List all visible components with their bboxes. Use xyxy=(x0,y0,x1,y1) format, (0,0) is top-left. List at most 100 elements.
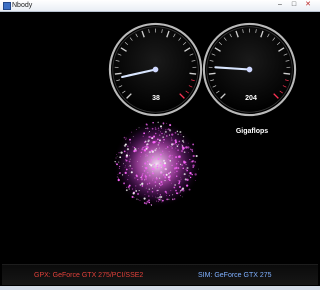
gauge-tick xyxy=(114,72,122,75)
particle xyxy=(177,193,179,195)
particle xyxy=(142,146,144,148)
particle xyxy=(134,177,136,179)
particle xyxy=(163,162,167,165)
particle xyxy=(135,188,136,190)
particle xyxy=(194,161,196,163)
particle xyxy=(178,182,180,185)
particle xyxy=(157,121,159,124)
particle xyxy=(143,170,146,172)
particle xyxy=(151,127,154,130)
particle xyxy=(144,146,146,148)
particle xyxy=(131,188,134,190)
particle xyxy=(166,122,168,124)
particle xyxy=(150,136,152,138)
particle xyxy=(159,162,162,164)
particle xyxy=(148,182,151,185)
particle xyxy=(166,135,168,137)
particle xyxy=(159,171,163,174)
particle xyxy=(168,198,170,200)
close-button[interactable]: ✕ xyxy=(302,1,314,9)
particle xyxy=(174,198,176,200)
particle xyxy=(164,167,167,171)
particle xyxy=(146,163,148,165)
particle xyxy=(152,187,154,189)
particle xyxy=(180,178,182,180)
particle xyxy=(137,179,139,181)
particle xyxy=(140,151,143,154)
particle xyxy=(168,129,172,132)
particle xyxy=(176,175,178,177)
particle xyxy=(171,147,173,149)
particle xyxy=(127,185,130,188)
particle xyxy=(177,179,179,181)
particle xyxy=(155,128,157,130)
gauge-tick xyxy=(208,72,216,75)
particle xyxy=(143,132,146,135)
particle xyxy=(145,155,147,157)
title-bar[interactable]: Nbody – □ ✕ xyxy=(0,0,320,12)
particle xyxy=(116,154,118,155)
particle xyxy=(153,164,155,166)
particle xyxy=(180,177,181,179)
particle xyxy=(161,199,164,202)
particle xyxy=(174,172,176,173)
particle xyxy=(198,168,199,170)
particle xyxy=(189,148,192,150)
particle xyxy=(156,200,158,202)
particle xyxy=(157,138,159,141)
particle xyxy=(169,172,171,173)
particle xyxy=(169,123,172,127)
particle xyxy=(180,150,184,153)
particle xyxy=(155,177,158,180)
particle xyxy=(116,155,118,157)
particle xyxy=(117,178,120,182)
particle xyxy=(188,175,190,177)
particle xyxy=(131,131,133,133)
particle xyxy=(182,167,185,170)
particle xyxy=(162,136,165,139)
particle xyxy=(165,129,167,131)
particle xyxy=(179,191,181,193)
particle xyxy=(181,139,184,142)
particle xyxy=(158,141,161,144)
particle xyxy=(132,146,134,148)
particle xyxy=(155,196,157,198)
maximize-button[interactable]: □ xyxy=(288,1,300,9)
particle xyxy=(160,157,162,159)
particle xyxy=(169,154,171,157)
particle xyxy=(115,157,117,159)
particle xyxy=(166,146,169,148)
particle xyxy=(181,187,185,190)
particle xyxy=(181,196,183,198)
particle xyxy=(171,139,173,141)
particle xyxy=(152,165,153,167)
particle xyxy=(177,149,179,151)
particle xyxy=(153,135,156,138)
particle xyxy=(157,197,160,199)
particle xyxy=(168,134,171,136)
particle xyxy=(154,127,156,129)
particle xyxy=(136,160,138,162)
particle xyxy=(159,184,162,187)
particle xyxy=(178,161,179,163)
particle xyxy=(158,196,161,198)
particle xyxy=(150,164,153,167)
particle xyxy=(162,174,165,176)
minimize-button[interactable]: – xyxy=(274,1,286,9)
particle xyxy=(144,140,147,143)
particle xyxy=(163,164,166,168)
particle xyxy=(152,195,154,197)
particle xyxy=(147,171,149,174)
particle xyxy=(159,187,160,188)
particle xyxy=(171,157,173,159)
simulation-canvas[interactable]: 38 204 Gigaflops xyxy=(2,12,318,264)
particle xyxy=(135,190,137,192)
particle xyxy=(172,143,175,146)
gauge-tick xyxy=(283,72,291,75)
particle xyxy=(157,189,159,191)
particle xyxy=(128,168,130,169)
particle xyxy=(168,174,171,177)
particle xyxy=(146,155,148,157)
particle xyxy=(127,179,129,181)
particle xyxy=(143,202,146,204)
